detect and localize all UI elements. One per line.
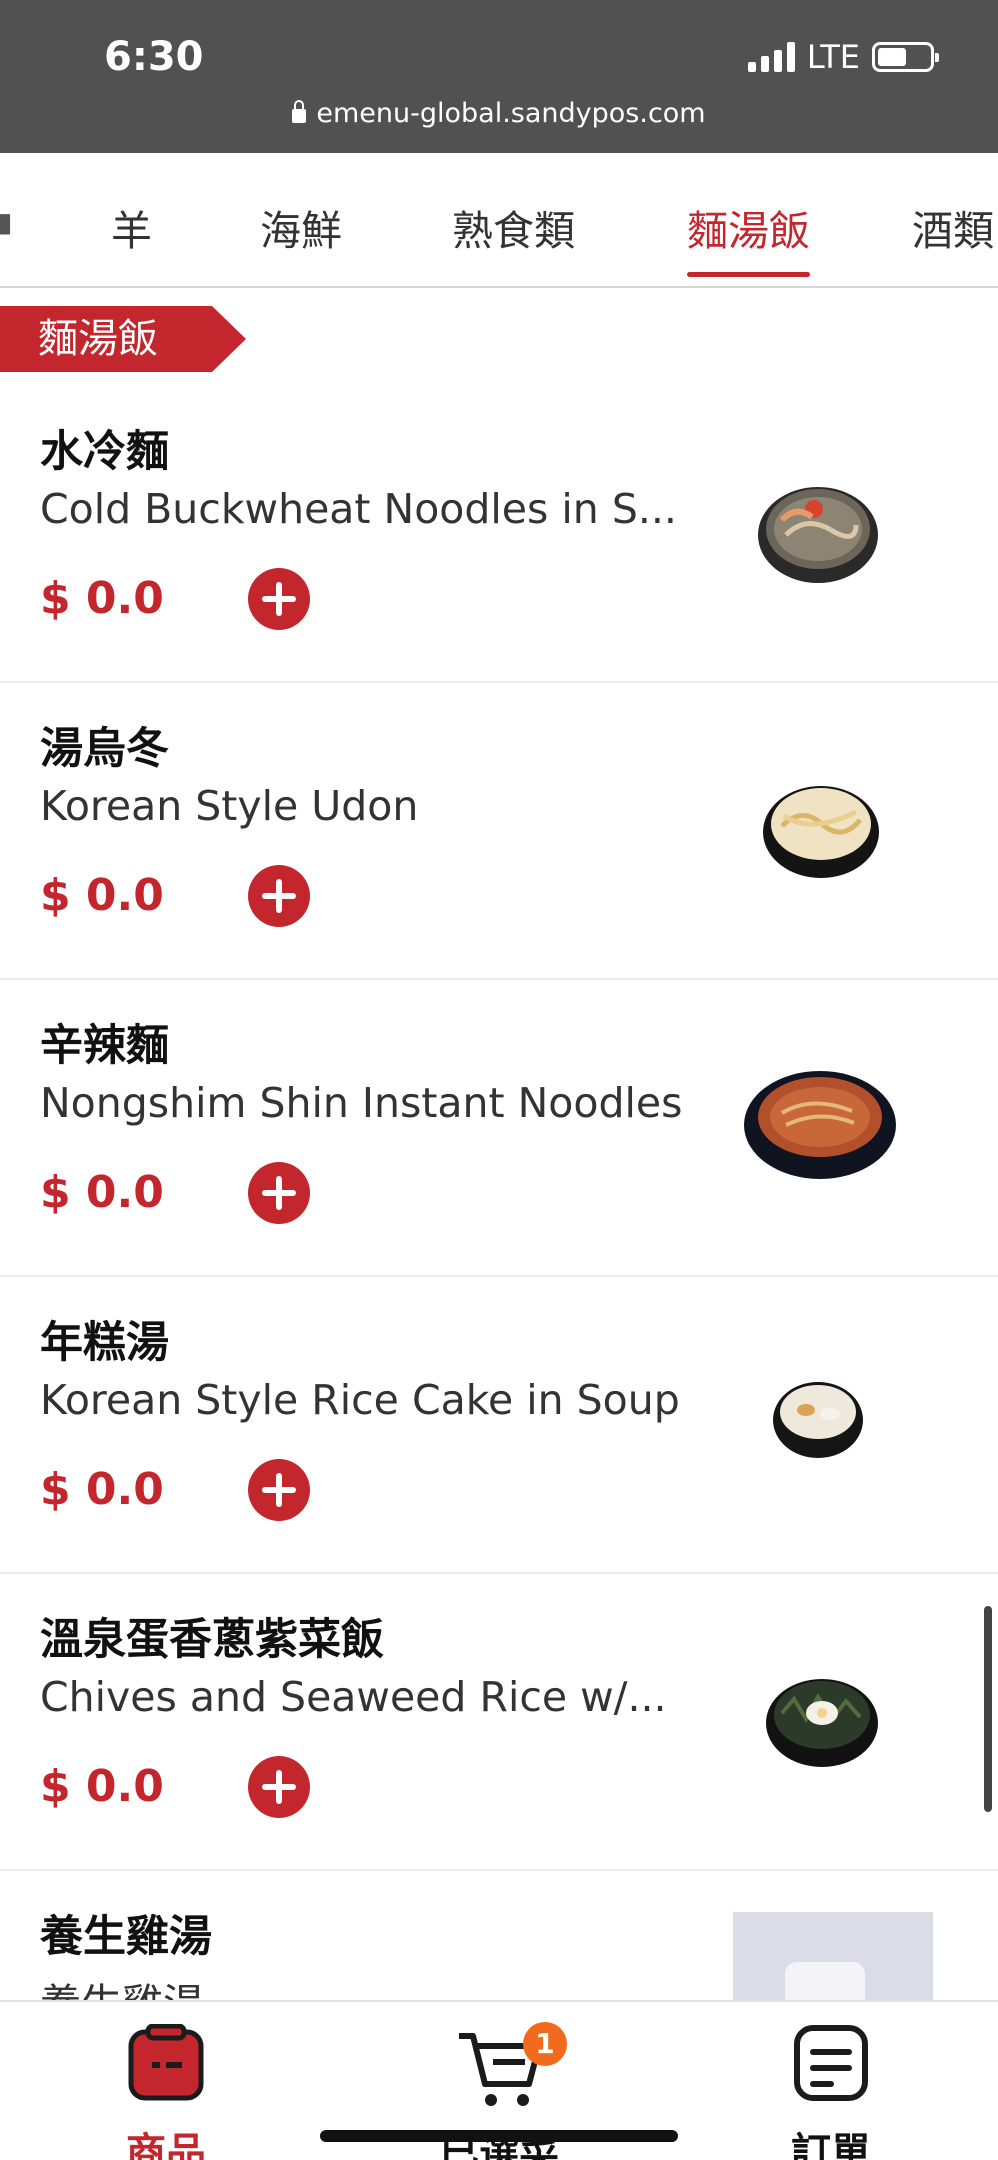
menu-item[interactable]: 辛辣麵 Nongshim Shin Instant Noodles $ 0.0 bbox=[0, 981, 998, 1277]
add-item-button[interactable] bbox=[248, 1162, 310, 1224]
tab-seafood[interactable]: 海鮮 bbox=[260, 197, 342, 257]
add-item-button[interactable] bbox=[248, 865, 310, 927]
status-time: 6:30 bbox=[104, 34, 204, 80]
item-photo-rice-cake-soup bbox=[773, 1382, 863, 1458]
item-name: 養生雞湯 bbox=[40, 1912, 212, 1962]
tab-partial-left[interactable]: ▪ bbox=[0, 197, 14, 245]
item-description: Cold Buckwheat Noodles in S... bbox=[40, 485, 677, 533]
add-item-button[interactable] bbox=[248, 1459, 310, 1521]
menu-item[interactable]: 湯烏冬 Korean Style Udon $ 0.0 bbox=[0, 684, 998, 980]
item-price: $ 0.0 bbox=[40, 1464, 164, 1515]
item-price: $ 0.0 bbox=[40, 1761, 164, 1812]
menu-item[interactable]: 年糕湯 Korean Style Rice Cake in Soup $ 0.0 bbox=[0, 1278, 998, 1574]
menu-item[interactable]: 水冷麵 Cold Buckwheat Noodles in S... $ 0.0 bbox=[0, 387, 998, 683]
item-photo-udon bbox=[763, 786, 879, 878]
status-indicators: LTE bbox=[747, 38, 939, 76]
tab-noodles-soup-rice[interactable]: 麵湯飯 bbox=[687, 197, 810, 277]
battery-icon bbox=[872, 42, 939, 72]
item-name: 水冷麵 bbox=[40, 427, 169, 477]
menu-item[interactable]: 溫泉蛋香蔥紫菜飯 Chives and Seaweed Rice w/... $… bbox=[0, 1575, 998, 1871]
products-icon bbox=[128, 2024, 204, 2101]
signal-icon bbox=[747, 42, 795, 72]
item-description: Nongshim Shin Instant Noodles bbox=[40, 1079, 683, 1127]
lock-icon bbox=[292, 100, 307, 123]
cart-badge: 1 bbox=[523, 2022, 567, 2066]
nav-orders-label: 訂單 bbox=[791, 2130, 871, 2160]
add-item-button[interactable] bbox=[248, 568, 310, 630]
network-type: LTE bbox=[806, 38, 860, 76]
item-name: 湯烏冬 bbox=[40, 724, 169, 774]
item-description: Korean Style Udon bbox=[40, 782, 419, 830]
home-indicator[interactable] bbox=[320, 2130, 678, 2142]
nav-products-label: 商品 bbox=[126, 2130, 206, 2160]
status-bar: 6:30 LTE emenu-global.sandypos.com bbox=[0, 0, 998, 153]
item-description: Chives and Seaweed Rice w/... bbox=[40, 1673, 667, 1721]
address-bar[interactable]: emenu-global.sandypos.com bbox=[0, 98, 998, 129]
add-item-button[interactable] bbox=[248, 1756, 310, 1818]
item-photo-shin-noodles bbox=[744, 1071, 896, 1179]
tab-alcohol[interactable]: 酒類 bbox=[912, 197, 994, 257]
item-photo-cold-noodles bbox=[758, 487, 878, 583]
tab-lamb[interactable]: 羊 bbox=[111, 197, 152, 257]
url-text: emenu-global.sandypos.com bbox=[316, 98, 706, 129]
scrollbar[interactable] bbox=[984, 1606, 992, 1812]
item-name: 溫泉蛋香蔥紫菜飯 bbox=[40, 1615, 384, 1665]
section-title: 麵湯飯 bbox=[0, 306, 246, 372]
item-name: 辛辣麵 bbox=[40, 1021, 169, 1071]
tab-cooked-food[interactable]: 熟食類 bbox=[452, 197, 575, 257]
category-tabs: ▪ 羊 海鮮 熟食類 麵湯飯 酒類 bbox=[0, 153, 998, 288]
item-description: Korean Style Rice Cake in Soup bbox=[40, 1376, 680, 1424]
item-price: $ 0.0 bbox=[40, 1167, 164, 1218]
orders-icon bbox=[794, 2025, 868, 2101]
item-price: $ 0.0 bbox=[40, 573, 164, 624]
item-name: 年糕湯 bbox=[40, 1318, 169, 1368]
item-photo-seaweed-rice bbox=[766, 1679, 878, 1767]
item-price: $ 0.0 bbox=[40, 870, 164, 921]
